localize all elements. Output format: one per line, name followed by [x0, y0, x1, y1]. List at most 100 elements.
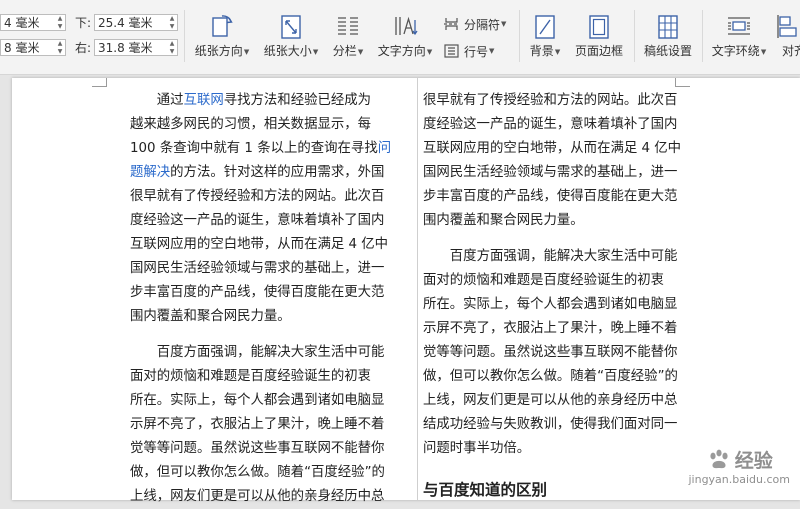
text-direction-button[interactable]: 文字方向▼ [374, 0, 436, 70]
text-run: 百度方面强调，能解决大家生活中可能 [449, 249, 678, 264]
text-run: 做，但可以教你怎么做。随着“百度经验”的 [423, 369, 678, 384]
section-heading: 与百度知道的区别 [423, 481, 548, 499]
text-line: 所在。实际上，每个人都会遇到诸如电脑显 [423, 293, 691, 317]
column-separator-line [417, 78, 418, 500]
align-button[interactable]: 对齐 [776, 0, 800, 70]
divider [184, 10, 185, 62]
manuscript-settings-button[interactable]: 稿纸设置 [640, 0, 696, 70]
line-number-icon [444, 44, 459, 58]
text-line: 做，但可以教你怎么做。随着“百度经验”的 [130, 461, 388, 485]
text-line: 国网民生活经验领域与需求的基础上，进一 [423, 161, 691, 185]
background-icon [532, 0, 558, 40]
text-wrap-button[interactable]: 文字环绕▼ [708, 0, 770, 70]
spinner-icon[interactable]: ▲ ▼ [167, 15, 177, 30]
text-line: 百度方面强调，能解决大家生活中可能 [423, 245, 691, 269]
margin-right-input[interactable]: 31.8 毫米 ▲ ▼ [94, 39, 178, 56]
text-wrap-icon [725, 0, 753, 40]
text-run: 问题时事半功倍。 [423, 441, 531, 456]
text-run: 寻找方法和经验已经成为 [223, 93, 372, 108]
text-run: 觉等等问题。虽然说这些事互联网不能替你 [130, 441, 385, 456]
paper-size-icon [278, 0, 304, 40]
text-line: 上线，网友们更是可以从他的亲身经历中总 [130, 485, 388, 509]
hyperlink[interactable]: 互联网 [184, 93, 224, 108]
text-line: 觉等等问题。虽然说这些事互联网不能替你 [423, 341, 691, 365]
text-line: 步丰富百度的产品线，使得百度能在更大范 [423, 185, 691, 209]
text-line: 结成功经验与失败教训，使得我们面对同一 [423, 413, 691, 437]
text-line: 示屏不亮了，衣服沾上了果汁，晚上睡不着 [423, 317, 691, 341]
text-line: 百度方面强调，能解决大家生活中可能 [130, 341, 388, 365]
text-run: 面对的烦恼和难题是百度经验诞生的初衷 [423, 273, 665, 288]
text-run: 的方法。针对这样的应用需求，外国 [170, 165, 385, 180]
text-line: 很早就有了传授经验和方法的网站。此次百 [130, 185, 388, 209]
crop-mark [92, 78, 107, 87]
columns-button[interactable]: 分栏▼ [328, 0, 368, 70]
margin-right-field[interactable]: 右: 31.8 毫米 ▲ ▼ [69, 38, 178, 57]
text-line: 面对的烦恼和难题是百度经验诞生的初衷 [130, 365, 388, 389]
margin-top-field[interactable]: 4 毫米 ▲ ▼ [0, 13, 66, 32]
margin-bottom-input[interactable]: 25.4 毫米 ▲ ▼ [94, 14, 178, 31]
text-line: 题解决的方法。针对这样的应用需求，外国 [130, 161, 388, 185]
divider [519, 10, 520, 62]
text-run: 面对的烦恼和难题是百度经验诞生的初衷 [130, 369, 372, 384]
text-line: 国网民生活经验领域与需求的基础上，进一 [130, 257, 388, 281]
margin-bottom-field[interactable]: 下: 25.4 毫米 ▲ ▼ [69, 13, 178, 32]
page-break-icon [444, 18, 458, 30]
divider [702, 10, 703, 62]
text-run: 做，但可以教你怎么做。随着“百度经验”的 [130, 465, 385, 480]
hyperlink[interactable]: 问 [378, 141, 391, 156]
spinner-icon[interactable]: ▲ ▼ [167, 40, 177, 55]
margin-top-input[interactable]: 4 毫米 ▲ ▼ [0, 14, 66, 31]
spinner-icon[interactable]: ▲ ▼ [55, 40, 65, 55]
text-line: 上线，网友们更是可以从他的亲身经历中总 [423, 389, 691, 413]
text-line: 所在。实际上，每个人都会遇到诸如电脑显 [130, 389, 388, 413]
columns-icon [335, 0, 361, 40]
text-line: 问题时事半功倍。 [423, 437, 691, 461]
hyperlink[interactable]: 题解决 [130, 165, 170, 180]
text-run: 示屏不亮了，衣服沾上了果汁，晚上睡不着 [423, 321, 678, 336]
text-direction-icon [391, 0, 419, 40]
text-run: 互联网应用的空白地带，从而在满足 4 亿中 [130, 237, 389, 252]
line-number-button[interactable]: 行号 ▼ [443, 42, 494, 60]
left-text-column[interactable]: 通过互联网寻找方法和经验已经成为 越来越多网民的习惯，相关数据显示，每 100 条查… [130, 89, 391, 509]
text-run: 度经验这一产品的诞生，意味着填补了国内 [130, 213, 385, 228]
document-page[interactable]: 通过互联网寻找方法和经验已经成为 越来越多网民的习惯，相关数据显示，每 100 条查… [12, 78, 800, 504]
text-run: 所在。实际上，每个人都会遇到诸如电脑显 [130, 393, 385, 408]
manuscript-grid-icon [655, 0, 681, 40]
divider [634, 10, 635, 62]
text-run: 很早就有了传授经验和方法的网站。此次百 [130, 189, 385, 204]
text-run: 觉等等问题。虽然说这些事互联网不能替你 [423, 345, 678, 360]
paragraph: 很早就有了传授经验和方法的网站。此次百 度经验这一产品的诞生，意味着填补了国内 互联… [423, 89, 691, 233]
text-line: 围内覆盖和聚合网民力量。 [130, 305, 388, 329]
align-icon [776, 0, 800, 40]
text-run: 度经验这一产品的诞生，意味着填补了国内 [423, 117, 678, 132]
text-run: 很早就有了传授经验和方法的网站。此次百 [423, 93, 678, 108]
orientation-button[interactable]: 纸张方向▼ [191, 0, 253, 70]
text-line: 互联网应用的空白地带，从而在满足 4 亿中 [130, 233, 388, 257]
chevron-down-icon: ▼ [489, 47, 495, 55]
paw-logo-icon [710, 449, 728, 468]
page-border-button[interactable]: 页面边框 [570, 0, 628, 70]
ribbon-toolbar: 4 毫米 ▲ ▼ 8 毫米 ▲ ▼ 下: 25.4 毫米 ▲ ▼ 右: 31.8 毫米 ▲ ▼ … [0, 0, 800, 75]
chevron-down-icon: ▼ [357, 47, 364, 56]
watermark: 经验 jingyan.baidu.com [688, 446, 790, 486]
margin-left-input[interactable]: 8 毫米 ▲ ▼ [0, 39, 66, 56]
right-text-column[interactable]: 很早就有了传授经验和方法的网站。此次百 度经验这一产品的诞生，意味着填补了国内 互联… [423, 89, 691, 502]
text-line: 很早就有了传授经验和方法的网站。此次百 [423, 89, 691, 113]
paragraph: 百度方面强调，能解决大家生活中可能面对的烦恼和难题是百度经验诞生的初衷 所在。实际… [130, 341, 388, 509]
margin-left-field[interactable]: 8 毫米 ▲ ▼ [0, 38, 66, 57]
paragraph: 通过互联网寻找方法和经验已经成为 越来越多网民的习惯，相关数据显示，每 100 条查… [130, 89, 391, 329]
page-orientation-icon [208, 0, 236, 40]
chevron-down-icon: ▼ [426, 47, 433, 56]
text-line: 度经验这一产品的诞生，意味着填补了国内 [130, 209, 388, 233]
text-run: 围内覆盖和聚合网民力量。 [423, 213, 584, 228]
text-run: 步丰富百度的产品线，使得百度能在更大范 [130, 285, 385, 300]
paper-size-button[interactable]: 纸张大小▼ [259, 0, 323, 70]
text-run: 越来越多网民的习惯，相关数据显示，每 [130, 117, 372, 132]
background-button[interactable]: 背景▼ [525, 0, 565, 70]
page-border-icon [586, 0, 612, 40]
text-line: 通过互联网寻找方法和经验已经成为 [130, 89, 388, 113]
separator-button[interactable]: 分隔符 ▼ [443, 15, 506, 33]
spinner-icon[interactable]: ▲ ▼ [55, 15, 65, 30]
text-run: 所在。实际上，每个人都会遇到诸如电脑显 [423, 297, 678, 312]
text-line: 做，但可以教你怎么做。随着“百度经验”的 [423, 365, 691, 389]
